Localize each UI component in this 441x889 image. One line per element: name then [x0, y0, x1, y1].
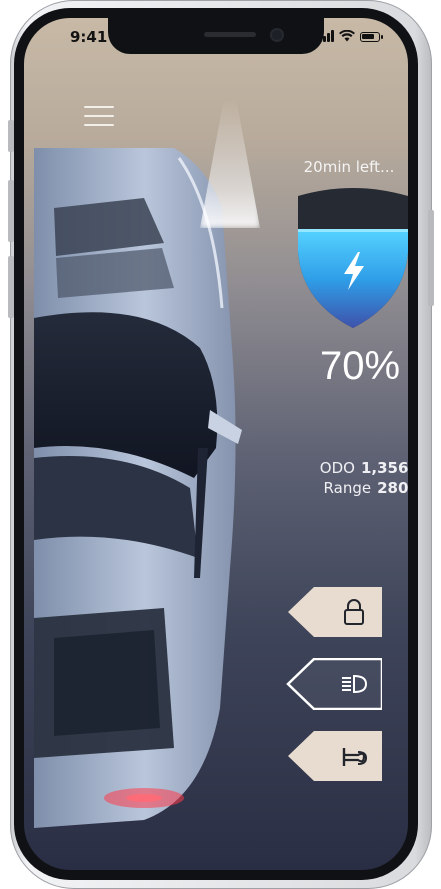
menu-line [84, 124, 114, 126]
menu-line [84, 115, 114, 117]
lock-button[interactable] [286, 586, 382, 638]
battery-status-icon [360, 32, 383, 42]
speaker-grille [204, 32, 256, 37]
battery-shield-icon [298, 188, 408, 328]
menu-button[interactable] [84, 106, 114, 126]
trip-stats: ODO 1,356km Range 280km [302, 458, 408, 498]
horn-icon [342, 748, 368, 766]
front-camera [272, 30, 282, 40]
range-value: 280km [377, 479, 408, 497]
wifi-icon [339, 30, 355, 42]
time-left-label: 20min left... [303, 158, 395, 176]
horn-button[interactable] [286, 730, 382, 782]
status-time: 9:41 [70, 28, 108, 46]
menu-line [84, 106, 114, 108]
lock-icon [344, 599, 364, 625]
odo-row: ODO 1,356km [302, 458, 408, 478]
range-row: Range 280km [302, 478, 408, 498]
headlight-icon [342, 674, 368, 694]
signal-icon [319, 30, 334, 42]
battery-percent: 70% [319, 344, 401, 388]
notch [108, 18, 324, 54]
odo-value: 1,356km [360, 459, 408, 477]
app-screen: 9:41 20min left... 70% ODO 1,356 Range 2… [24, 18, 408, 870]
power-button [428, 210, 434, 306]
car-image [34, 148, 242, 828]
range-label: Range [323, 479, 372, 497]
status-icons [319, 30, 383, 42]
odo-label: ODO [319, 459, 355, 477]
headlights-button[interactable] [286, 658, 382, 710]
